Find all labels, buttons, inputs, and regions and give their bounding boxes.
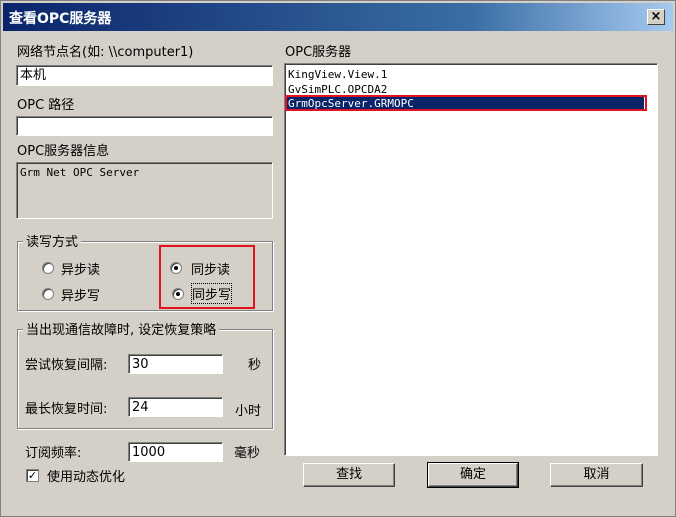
find-button[interactable]: 查找 (303, 463, 395, 487)
subscribe-rate-unit: 毫秒 (234, 446, 261, 461)
checkmark-icon: ✓ (27, 469, 38, 482)
async-write-radio[interactable] (42, 288, 54, 300)
close-icon: × (650, 9, 662, 24)
ok-button[interactable]: 确定 (427, 462, 519, 488)
opc-servers-label: OPC服务器 (285, 45, 352, 60)
server-info-box: Grm Net OPC Server (16, 162, 273, 219)
sync-mode-highlight (159, 245, 255, 309)
dynamic-optimize-checkbox[interactable]: ✓ (26, 469, 39, 482)
node-name-input[interactable]: 本机 (16, 65, 273, 86)
async-write-label: 异步写 (61, 289, 101, 304)
server-info-label: OPC服务器信息 (17, 144, 110, 159)
subscribe-rate-input[interactable]: 1000 (128, 442, 223, 462)
max-recovery-unit: 小时 (235, 404, 262, 419)
opc-path-input[interactable] (16, 116, 273, 136)
cancel-button[interactable]: 取消 (550, 463, 643, 487)
close-button[interactable]: × (647, 9, 665, 25)
max-recovery-label: 最长恢复时间: (25, 402, 108, 417)
rw-mode-title: 读写方式 (23, 231, 82, 250)
retry-interval-input[interactable]: 30 (128, 354, 223, 374)
max-recovery-input[interactable]: 24 (128, 397, 223, 417)
async-read-label: 异步读 (61, 263, 101, 278)
retry-interval-unit: 秒 (248, 358, 262, 373)
title-bar[interactable]: 查看OPC服务器 × (3, 3, 673, 31)
node-name-label: 网络节点名(如: \\computer1) (17, 45, 194, 60)
retry-interval-label: 尝试恢复间隔: (25, 358, 108, 373)
async-read-radio[interactable] (42, 262, 54, 274)
recovery-title: 当出现通信故障时, 设定恢复策略 (23, 319, 220, 338)
window-title: 查看OPC服务器 (9, 11, 112, 27)
server-item-kingview[interactable]: KingView.View.1 (287, 68, 387, 81)
opc-server-list[interactable]: KingView.View.1 GvSimPLC.OPCDA2 GrmOpcSe… (284, 63, 658, 456)
opc-path-label: OPC 路径 (17, 98, 75, 113)
server-selection-highlight (285, 95, 647, 111)
subscribe-rate-label: 订阅频率: (25, 446, 82, 461)
dynamic-optimize-label: 使用动态优化 (47, 470, 126, 485)
dialog-window: 查看OPC服务器 × 网络节点名(如: \\computer1) 本机 OPC … (0, 0, 676, 517)
